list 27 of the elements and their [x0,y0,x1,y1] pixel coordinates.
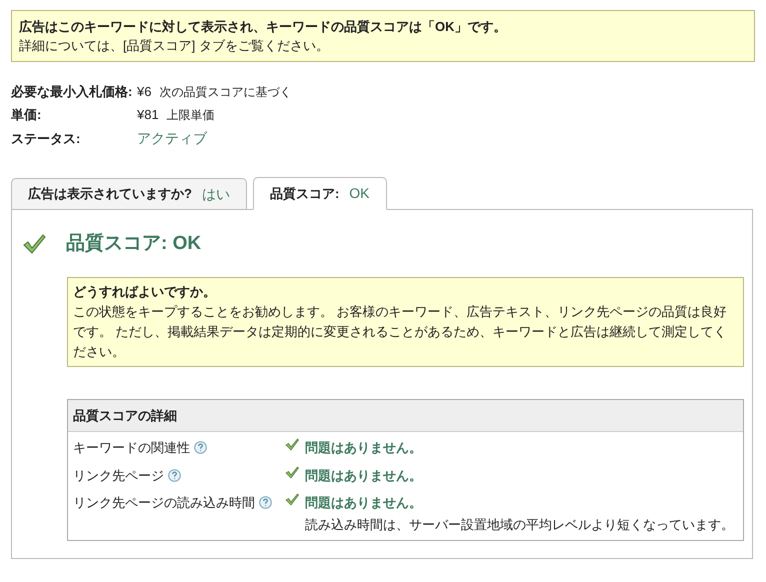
result-text: 問題はありません。 [305,439,422,457]
panel-title: 品質スコア: OK [66,232,202,256]
field-note: 上限単価 [166,107,215,124]
notice-text: 詳細については、[品質スコア] タブをご覧ください。 [19,37,330,55]
field-value: ¥81 [137,106,159,124]
tab[interactable]: 品質スコア: OK [252,177,387,210]
check-icon [22,233,46,256]
field-value: ¥6 [137,83,152,101]
help-icon[interactable] [194,441,207,454]
field-label: 単価: [11,106,42,124]
help-icon[interactable] [259,496,272,510]
notice-title: 広告はこのキーワードに対して表示され、キーワードの品質スコアは「OK」です。 [19,18,508,36]
status-value: アクティブ [137,129,207,148]
result-note: 読み込み時間は、サーバー設置地域の平均レベルより短くなっています。 [305,516,734,534]
field-note: 次の品質スコアに基づく [159,84,292,101]
field-label: 必要な最小入札価格: [11,83,134,101]
row-label: リンク先ページの読み込み時間 [73,494,255,512]
field-label: ステータス: [11,130,82,148]
advice-text: この状態をキープすることをお勧めします。 お客様のキーワード、広告テキスト、リンク先ページの品質は良好です。 ただし、掲載結果データは定期的に変更されることがあるため、キーワードと広告は継続して測定してください。 [73,302,728,360]
result-text: 問題はありません。 [305,466,422,485]
details-header: 品質スコアの詳細 [68,400,743,432]
tab[interactable]: 広告は表示されていますか? はい [11,178,247,210]
row-label: リンク先ページ [73,466,164,484]
result-text: 問題はありません。 [305,494,423,512]
advice-title: どうすればよいですか。 [73,282,217,301]
help-icon[interactable] [168,468,181,482]
row-label: キーワードの関連性 [73,439,190,457]
